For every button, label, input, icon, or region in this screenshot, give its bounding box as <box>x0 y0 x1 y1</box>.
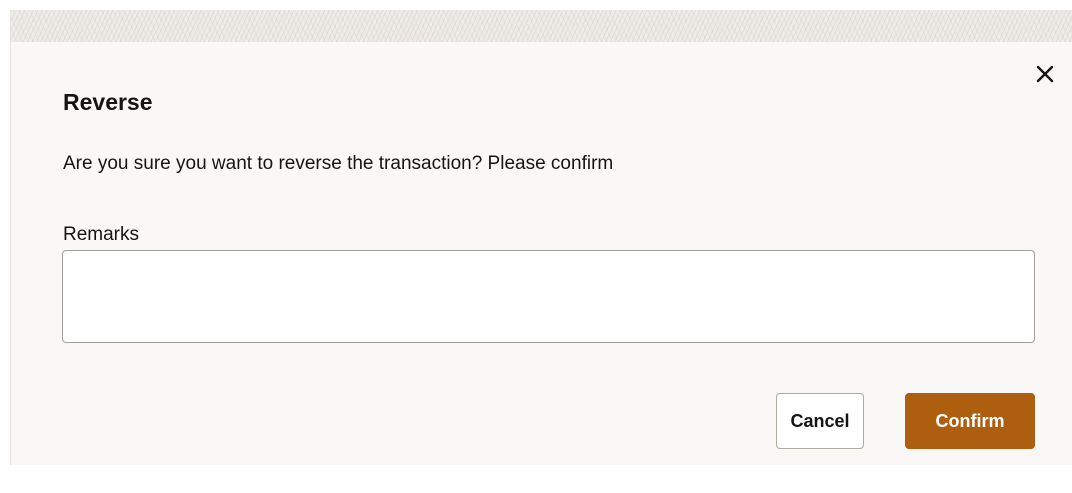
close-icon <box>1036 65 1054 83</box>
cancel-button[interactable]: Cancel <box>776 393 864 449</box>
reverse-dialog: Reverse Are you sure you want to reverse… <box>10 10 1072 465</box>
header-texture <box>11 10 1072 42</box>
confirm-button[interactable]: Confirm <box>905 393 1035 449</box>
dialog-title: Reverse <box>63 89 153 115</box>
close-button[interactable] <box>1031 60 1059 88</box>
confirmation-message: Are you sure you want to reverse the tra… <box>63 153 614 174</box>
remarks-label: Remarks <box>63 224 140 245</box>
remarks-input[interactable] <box>62 250 1035 343</box>
